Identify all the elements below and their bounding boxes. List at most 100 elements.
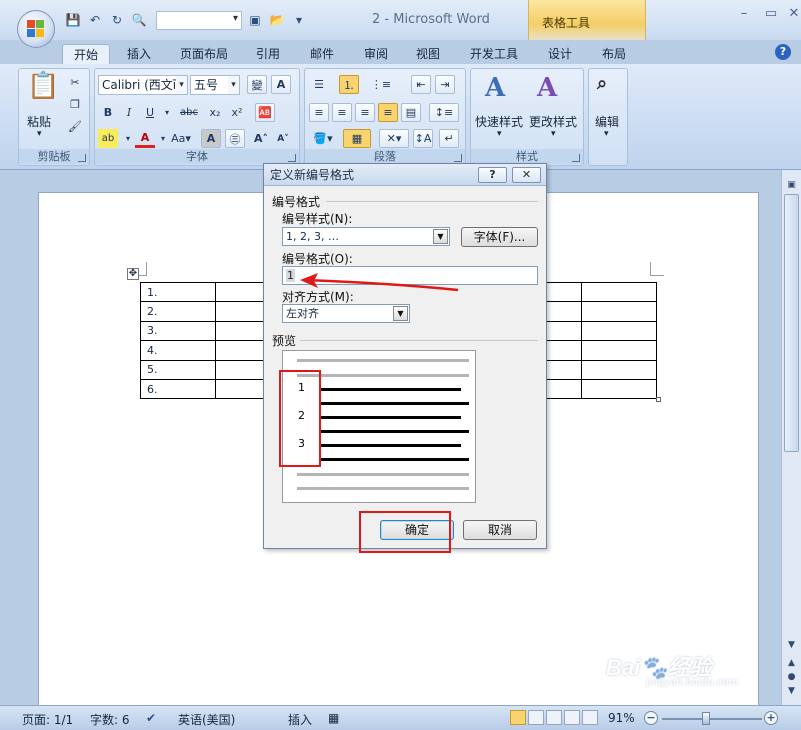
- zoom-slider[interactable]: [662, 718, 762, 720]
- font-launcher-icon[interactable]: [288, 154, 296, 162]
- table-cell[interactable]: [581, 301, 657, 322]
- table-cell[interactable]: [581, 359, 657, 380]
- customize-qat-icon[interactable]: ▾: [290, 11, 308, 29]
- number-style-dropdown-icon[interactable]: ▼: [433, 229, 448, 244]
- increase-indent-icon[interactable]: ⇥: [435, 75, 455, 94]
- change-case-button[interactable]: Aa ▾: [167, 129, 195, 148]
- quick-styles-label[interactable]: 快速样式: [475, 113, 523, 130]
- strikethrough-icon[interactable]: abc: [179, 103, 199, 122]
- print-layout-view-icon[interactable]: [510, 710, 526, 725]
- bold-icon[interactable]: B: [98, 103, 118, 122]
- phonetic-guide-icon[interactable]: 變: [247, 75, 267, 94]
- cut-icon[interactable]: ✂: [65, 73, 85, 92]
- zoom-out-icon[interactable]: −: [644, 711, 658, 725]
- font-button[interactable]: 字体(F)...: [461, 227, 538, 247]
- paste-dropdown-icon[interactable]: ▾: [37, 129, 42, 139]
- numbering-icon[interactable]: ⒈: [339, 75, 359, 94]
- chinese-layout-icon[interactable]: ✕▾: [379, 129, 409, 148]
- next-page-icon[interactable]: ▼: [785, 686, 798, 700]
- print-preview-icon[interactable]: 🔍: [130, 11, 148, 29]
- table-cell[interactable]: [581, 340, 657, 361]
- align-center-icon[interactable]: ≡: [332, 103, 352, 122]
- distributed-icon[interactable]: ▤: [401, 103, 421, 122]
- table-cell-number[interactable]: 4.: [140, 340, 216, 361]
- sort-icon[interactable]: ↕A: [413, 129, 433, 148]
- character-shading-icon[interactable]: A: [201, 129, 221, 148]
- minimize-button[interactable]: –: [730, 6, 758, 21]
- page-count[interactable]: 页面: 1/1: [22, 711, 73, 728]
- quick-styles-dropdown-icon[interactable]: ▾: [497, 129, 502, 139]
- previous-page-icon[interactable]: ▲: [785, 658, 798, 672]
- enclose-characters-icon[interactable]: ㊂: [225, 129, 245, 148]
- subscript-icon[interactable]: x₂: [205, 103, 225, 122]
- table-cell-number[interactable]: 5.: [140, 359, 216, 380]
- zoom-level[interactable]: 91%: [608, 711, 635, 725]
- justify-icon[interactable]: ≡: [378, 103, 398, 122]
- number-style-select[interactable]: 1, 2, 3, … ▼: [282, 227, 450, 246]
- change-styles-icon[interactable]: A: [537, 73, 557, 103]
- browse-object-icon[interactable]: ●: [785, 672, 798, 686]
- tab-insert[interactable]: 插入: [118, 44, 160, 65]
- character-border-icon[interactable]: A: [271, 75, 291, 94]
- macro-record-icon[interactable]: ▦: [328, 711, 339, 725]
- scrollbar-thumb[interactable]: [784, 194, 799, 452]
- styles-launcher-icon[interactable]: [572, 154, 580, 162]
- font-name-combo[interactable]: Calibri (西文ī ▾: [98, 75, 188, 95]
- save-icon[interactable]: 💾: [64, 11, 82, 29]
- dialog-close-button[interactable]: ✕: [512, 167, 541, 183]
- tab-developer[interactable]: 开发工具: [462, 44, 526, 65]
- highlight-icon[interactable]: ab: [98, 129, 118, 148]
- tab-view[interactable]: 视图: [408, 44, 448, 65]
- tab-home[interactable]: 开始: [62, 44, 110, 65]
- borders-icon[interactable]: ▦: [343, 129, 371, 148]
- align-right-icon[interactable]: ≡: [355, 103, 375, 122]
- table-cell-number[interactable]: 3.: [140, 320, 216, 342]
- redo-icon[interactable]: ↻: [108, 11, 126, 29]
- clipboard-launcher-icon[interactable]: [78, 154, 86, 162]
- table-cell-number[interactable]: 2.: [140, 301, 216, 322]
- shading-icon[interactable]: 🪣▾: [309, 129, 337, 148]
- layout-icon[interactable]: ▣: [246, 11, 264, 29]
- format-painter-icon[interactable]: 🖌: [65, 117, 85, 136]
- table-cell[interactable]: [581, 378, 657, 400]
- tab-page-layout[interactable]: 页面布局: [172, 44, 236, 65]
- full-screen-reading-view-icon[interactable]: [528, 710, 544, 725]
- italic-icon[interactable]: I: [119, 103, 139, 122]
- draft-view-icon[interactable]: [582, 710, 598, 725]
- cancel-button[interactable]: 取消: [463, 520, 537, 540]
- quick-access-combo[interactable]: [156, 10, 242, 30]
- scroll-down-icon[interactable]: ▼: [785, 640, 798, 654]
- tab-table-layout[interactable]: 布局: [594, 44, 634, 65]
- web-layout-view-icon[interactable]: [546, 710, 562, 725]
- underline-dropdown-icon[interactable]: ▾: [157, 103, 177, 122]
- language-indicator[interactable]: 英语(美国): [178, 711, 235, 728]
- insert-mode-indicator[interactable]: 插入: [288, 711, 312, 728]
- bullets-icon[interactable]: ☰: [309, 75, 329, 94]
- help-icon[interactable]: ?: [775, 44, 791, 60]
- zoom-slider-thumb[interactable]: [702, 712, 710, 725]
- change-styles-dropdown-icon[interactable]: ▾: [551, 129, 556, 139]
- table-cell-number[interactable]: 6.: [140, 378, 216, 400]
- binoculars-icon[interactable]: ⌕: [597, 73, 607, 94]
- outline-view-icon[interactable]: [564, 710, 580, 725]
- editing-dropdown-icon[interactable]: ▾: [604, 129, 609, 139]
- editing-label[interactable]: 编辑: [595, 113, 619, 130]
- line-spacing-icon[interactable]: ↕≡: [429, 103, 459, 122]
- tab-references[interactable]: 引用: [248, 44, 288, 65]
- tab-table-design[interactable]: 设计: [540, 44, 580, 65]
- open-folder-icon[interactable]: 📂: [268, 11, 286, 29]
- quick-styles-icon[interactable]: A: [485, 73, 505, 103]
- align-left-icon[interactable]: ≡: [309, 103, 329, 122]
- office-button[interactable]: [17, 10, 55, 48]
- table-cell[interactable]: [581, 320, 657, 342]
- table-move-handle-icon[interactable]: ✥: [127, 268, 139, 280]
- table-cell-number[interactable]: 1.: [140, 281, 216, 303]
- alignment-select[interactable]: 左对齐 ▼: [282, 304, 410, 323]
- dialog-help-button[interactable]: ?: [478, 167, 507, 183]
- undo-icon[interactable]: ↶: [86, 11, 104, 29]
- show-marks-icon[interactable]: ↵: [439, 129, 459, 148]
- superscript-icon[interactable]: x²: [227, 103, 247, 122]
- copy-icon[interactable]: ❐: [65, 95, 85, 114]
- zoom-in-icon[interactable]: +: [764, 711, 778, 725]
- change-styles-label[interactable]: 更改样式: [529, 113, 577, 130]
